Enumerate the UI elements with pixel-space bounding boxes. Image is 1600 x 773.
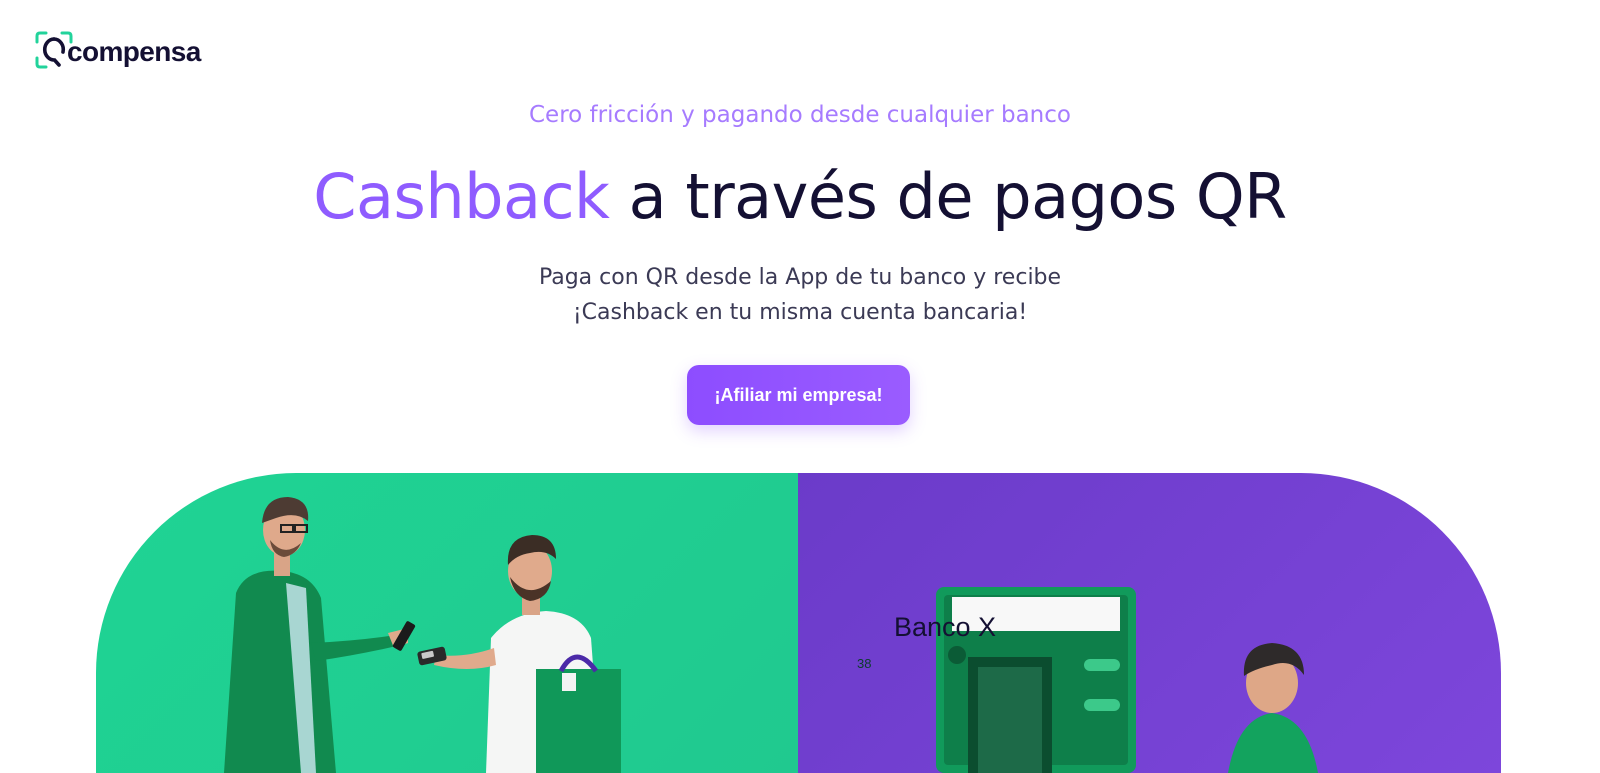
subtitle-line-1: Paga con QR desde la App de tu banco y r… xyxy=(538,265,1062,290)
atm-user-figure xyxy=(1228,643,1318,773)
hero-headline: Cashback a través de pagos QR xyxy=(0,158,1600,236)
payment-scene-illustration xyxy=(224,497,621,773)
hero-subtitle: Paga con QR desde la App de tu banco y r… xyxy=(0,260,1600,330)
atm-number-label: 38 xyxy=(857,656,872,671)
atm-bank-sign: Banco X xyxy=(893,611,997,642)
logo-wordmark: compensa xyxy=(67,36,201,67)
qr-scan-icon xyxy=(34,30,74,70)
hero-eyebrow: Cero fricción y pagando desde cualquier … xyxy=(529,102,1071,128)
merchant-figure xyxy=(417,535,621,773)
headline-rest: a través de pagos QR xyxy=(609,160,1288,233)
payment-scene-panel xyxy=(96,473,798,773)
brand-logo[interactable]: compensa xyxy=(34,30,201,70)
hero-image-panel xyxy=(96,473,1501,773)
headline-accent: Cashback xyxy=(313,160,610,233)
subtitle-line-2: ¡Cashback en tu misma cuenta bancaria! xyxy=(572,300,1028,325)
affiliate-company-button[interactable]: ¡Afiliar mi empresa! xyxy=(687,365,910,425)
